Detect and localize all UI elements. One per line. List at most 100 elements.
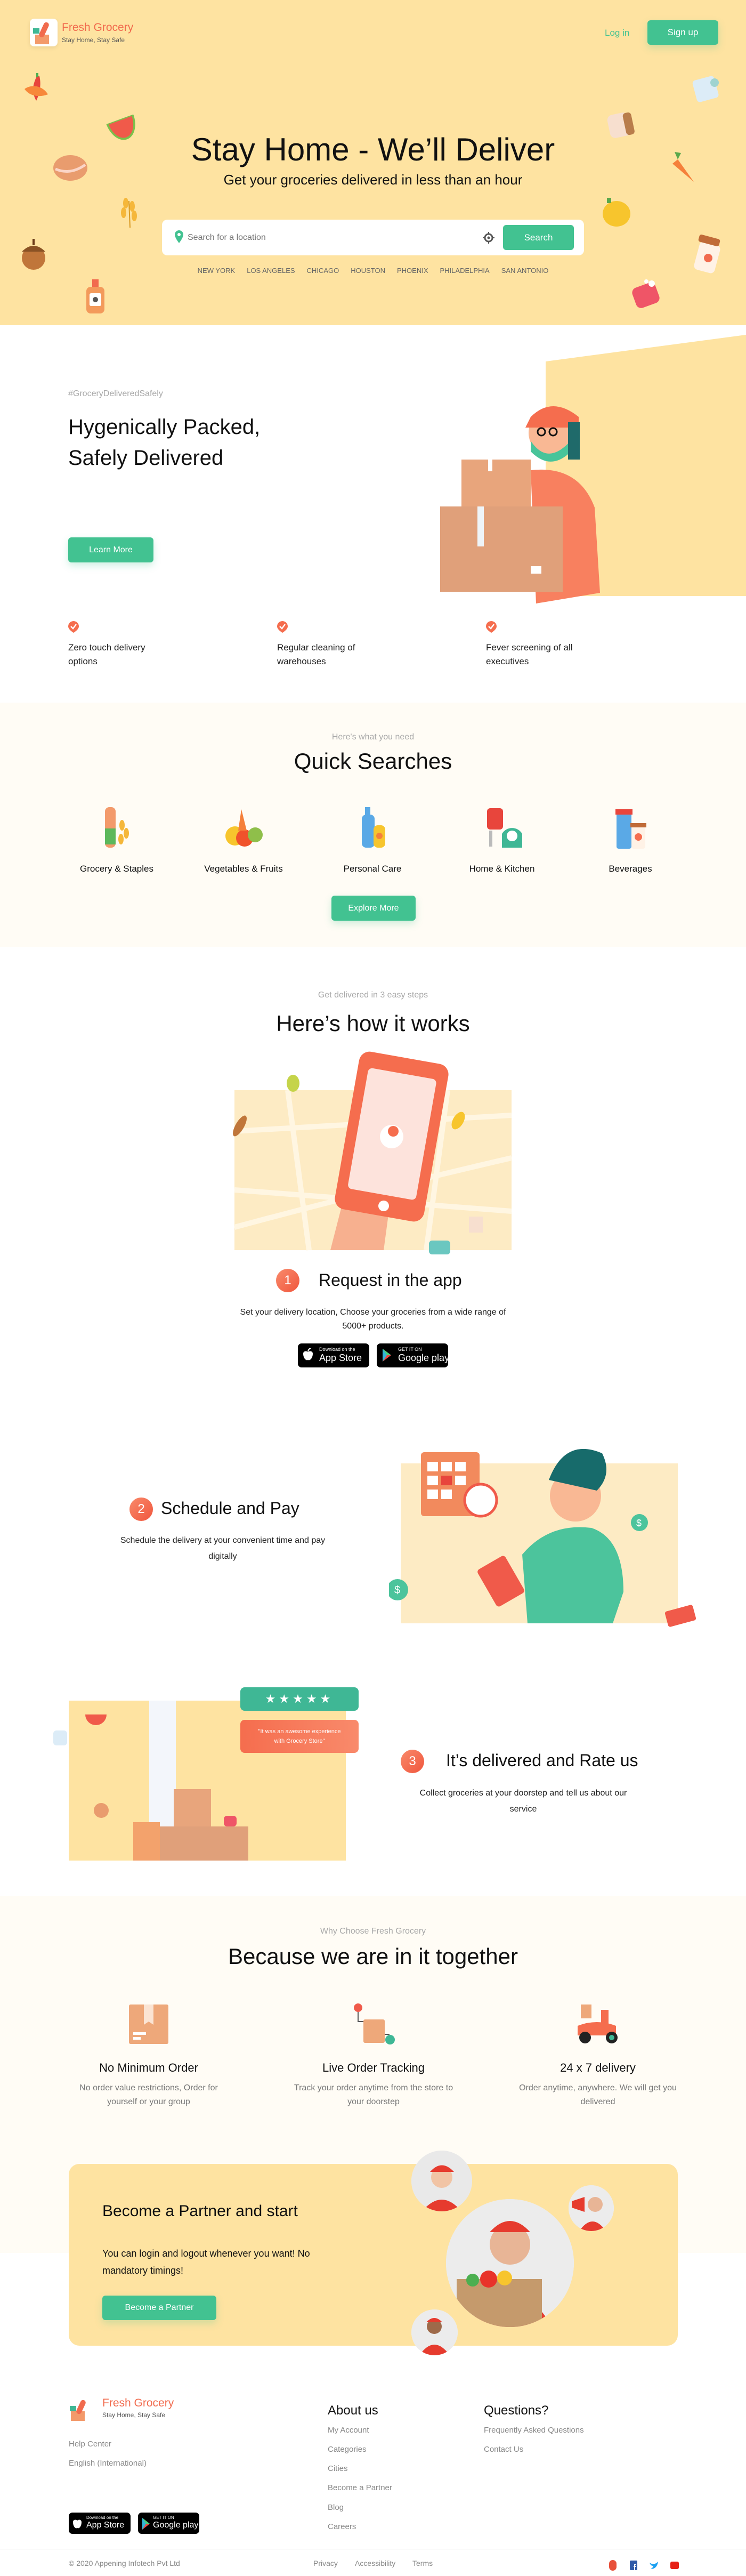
legal-link[interactable]: Privacy [313,2559,338,2567]
why-feature-title: No Minimum Order [99,2061,198,2074]
box-icon [129,2005,168,2044]
quick-searches-title: Quick Searches [294,748,452,774]
questions-heading: Questions? [484,2403,549,2418]
footer-brand-logo-icon[interactable] [69,2397,93,2422]
footer-brand-tagline: Stay Home, Stay Safe [102,2411,166,2419]
schedule-pay-illustration: $ $ [389,1448,696,1627]
safety-title-line-2: Safely Delivered [68,446,224,470]
how-it-works-section: Get delivered in 3 easy steps Here’s how… [0,947,746,1896]
about-link[interactable]: Categories [328,2445,367,2454]
location-search-bar: Search [162,220,584,255]
rating-stars-badge: ★ ★ ★ ★ ★ [240,1687,359,1711]
google-play-badge[interactable]: GET IT ON Google play [377,1343,450,1367]
step-3-title: It’s delivered and Rate us [446,1751,638,1770]
safety-hashtag: #GroceryDeliveredSafely [68,389,163,398]
city-link[interactable]: PHOENIX [397,267,428,275]
category-label: Grocery & Staples [80,864,153,874]
delivery-man-illustration [440,406,600,603]
category-item[interactable]: Grocery & Staples [69,799,165,879]
app-store-small-text: Download on the [319,1347,355,1352]
safety-title-line-1: Hygenically Packed, [68,415,261,439]
category-label: Beverages [609,864,652,874]
category-label: Personal Care [343,864,402,874]
about-link[interactable]: Careers [328,2522,356,2531]
check-badge-icon [277,621,288,633]
google-play-big-text: Google play [398,1353,450,1363]
hero-title: Stay Home - We’ll Deliver [191,132,555,167]
explore-more-button[interactable]: Explore More [331,896,416,921]
app-store-big-text: App Store [319,1353,362,1363]
locate-me-icon[interactable] [483,232,494,244]
become-partner-button[interactable]: Become a Partner [102,2296,216,2320]
apple-icon [73,2519,82,2529]
questions-link[interactable]: Frequently Asked Questions [484,2426,584,2435]
partner-photo-courier [411,2309,458,2355]
legal-link[interactable]: Terms [412,2559,433,2567]
footer-google-play-big: Google play [153,2521,199,2530]
about-link[interactable]: Blog [328,2503,344,2512]
brand-logo-icon[interactable] [30,19,58,46]
brand-name[interactable]: Fresh Grocery [62,21,133,34]
category-item[interactable]: Vegetables & Fruits [196,799,291,879]
city-link[interactable]: NEW YORK [198,267,236,275]
check-badge-icon [68,621,79,633]
about-us-heading: About us [328,2403,378,2418]
how-eyebrow: Get delivered in 3 easy steps [318,991,428,1000]
tracking-icon [354,2003,395,2044]
why-feature-description: Track your order anytime from the store … [294,2083,453,2106]
category-item[interactable]: Beverages [582,799,678,879]
learn-more-button[interactable]: Learn More [68,537,153,562]
delivered-illustration [53,1701,346,1861]
legal-link[interactable]: Accessibility [355,2559,395,2567]
hero-section: Fresh Grocery Stay Home, Stay Safe Log i… [0,0,746,325]
footer-google-play-small: GET IT ON [153,2515,174,2520]
city-link[interactable]: SAN ANTONIO [501,267,549,275]
hero-subtitle: Get your groceries delivered in less tha… [223,172,523,188]
city-link[interactable]: PHILADELPHIA [440,267,490,275]
help-center-link[interactable]: Help Center [69,2440,111,2449]
category-label: Home & Kitchen [469,864,535,874]
about-link[interactable]: My Account [328,2426,369,2435]
chili-illustration [25,73,48,101]
safety-feature-text: Fever screening of all executives [486,642,573,666]
footer-google-play-badge[interactable]: GET IT ON Google play [138,2513,199,2534]
safety-feature-text: Regular cleaning of warehouses [277,642,355,666]
category-item[interactable]: Personal Care [325,799,420,879]
phone-map-illustration [233,1051,513,1254]
twitter-icon[interactable] [648,2559,659,2571]
scooter-icon [578,2005,618,2043]
questions-link[interactable]: Contact Us [484,2445,523,2454]
google-play-icon [142,2518,150,2530]
search-button[interactable]: Search [503,225,574,250]
instagram-icon[interactable] [607,2559,618,2571]
tissue-roll-illustration [692,76,719,102]
signup-button[interactable]: Sign up [647,20,718,45]
step-1-description: Set your delivery location, Choose your … [240,1308,506,1331]
category-icon [351,804,396,851]
why-feature-description: No order value restrictions, Order for y… [79,2083,218,2106]
footer-app-store-badge[interactable]: Download on the App Store [69,2513,131,2534]
login-link[interactable]: Log in [605,28,629,38]
facebook-icon[interactable] [628,2559,639,2571]
svg-text:$: $ [394,1584,400,1596]
step-3-number-badge: 3 [401,1750,424,1773]
partner-photo-megaphone [569,2185,614,2231]
star-icon: ★ [265,1692,279,1705]
category-item[interactable]: Home & Kitchen [454,799,550,879]
youtube-icon[interactable] [669,2559,680,2571]
language-selector[interactable]: English (International) [69,2459,147,2468]
location-search-input[interactable] [188,229,475,246]
city-link[interactable]: LOS ANGELES [247,267,295,275]
app-store-badge[interactable]: Download on the App Store [298,1343,369,1367]
about-link[interactable]: Cities [328,2464,348,2473]
about-link[interactable]: Become a Partner [328,2483,392,2492]
category-icon [95,804,140,851]
city-link[interactable]: HOUSTON [351,267,385,275]
city-link[interactable]: CHICAGO [307,267,339,275]
footer: Fresh Grocery Stay Home, Stay Safe Help … [0,2356,746,2576]
pet-food-bottle-illustration [86,279,104,313]
footer-brand-name[interactable]: Fresh Grocery [102,2397,174,2410]
brand-tagline: Stay Home, Stay Safe [62,36,125,44]
why-feature-description: Order anytime, anywhere. We will get you… [519,2083,677,2106]
star-icon: ★ [293,1692,306,1705]
